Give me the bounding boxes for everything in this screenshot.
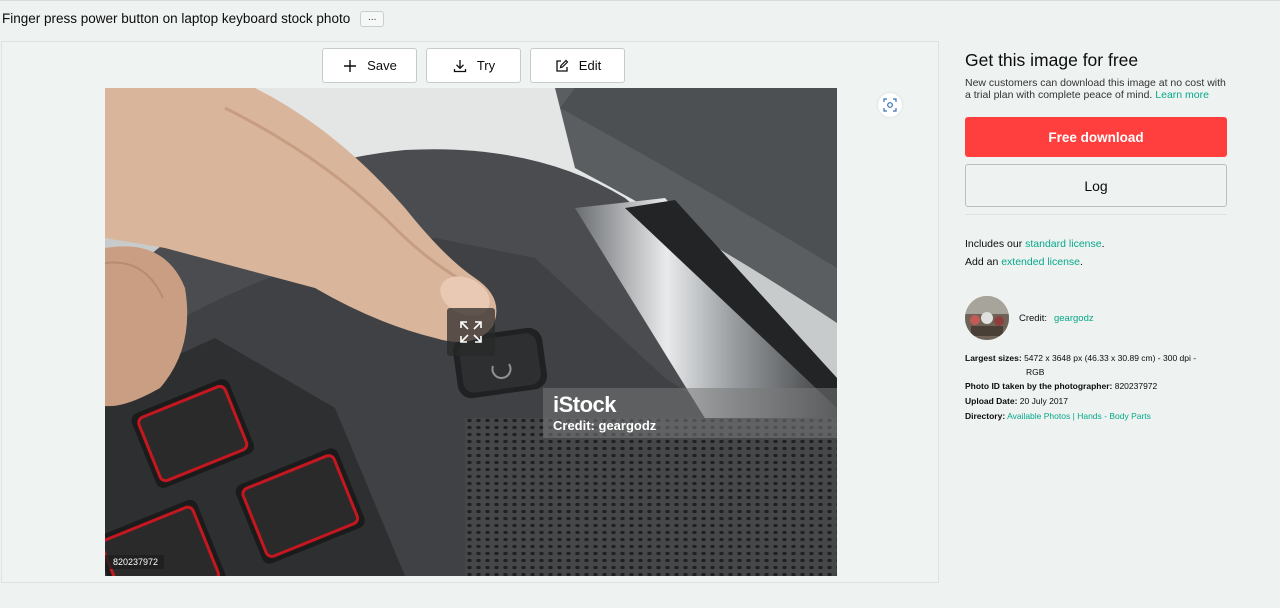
- image-details: Largest sizes: 5472 x 3648 px (46.33 x 3…: [965, 351, 1225, 424]
- largest-sizes-label: Largest sizes:: [965, 353, 1022, 363]
- watermark-credit: Credit: geargodz: [553, 418, 657, 433]
- learn-more-link[interactable]: Learn more: [1155, 89, 1209, 101]
- license-prefix: Includes our: [965, 238, 1023, 250]
- standard-license-link[interactable]: standard license: [1025, 238, 1101, 250]
- upload-date-value: 20 July 2017: [1019, 396, 1068, 406]
- image-panel: Save Try Edit iStock Credit: geargodz 82…: [1, 41, 939, 583]
- edit-icon: [556, 59, 569, 72]
- image-toolbar: Save Try Edit: [322, 48, 625, 83]
- photo-id-label: Photo ID taken by the photographer:: [965, 381, 1113, 391]
- avatar[interactable]: [965, 296, 1009, 340]
- download-sidebar: Get this image for free New customers ca…: [965, 50, 1227, 271]
- credit-name-link[interactable]: geargodz: [1054, 313, 1094, 324]
- log-button[interactable]: Log: [965, 164, 1227, 207]
- divider: [965, 214, 1227, 215]
- extended-suffix: .: [1080, 255, 1083, 268]
- credit-label: Credit:: [1019, 312, 1047, 324]
- license-suffix: .: [1101, 238, 1105, 250]
- largest-sizes-value: 5472 x 3648 px (46.33 x 30.89 cm) - 300 …: [1024, 353, 1197, 363]
- free-download-button[interactable]: Free download: [965, 117, 1227, 157]
- plus-icon: [344, 59, 357, 72]
- extended-license-link[interactable]: extended license: [1001, 256, 1080, 268]
- stock-photo[interactable]: iStock Credit: geargodz 820237972: [105, 88, 837, 576]
- directory-link-available-photos[interactable]: Available Photos: [1007, 411, 1070, 421]
- expand-icon: [460, 321, 482, 343]
- watermark-brand: iStock: [553, 392, 617, 417]
- directory-link-hands[interactable]: Hands - Body Parts: [1077, 411, 1151, 421]
- visual-search-button[interactable]: [878, 93, 902, 117]
- sidebar-heading: Get this image for free: [965, 50, 1139, 70]
- title-bar: Finger press power button on laptop keyb…: [0, 0, 1280, 36]
- largest-sizes-value-2: RGB: [1026, 367, 1045, 377]
- photo-id-value: 820237972: [1114, 381, 1158, 391]
- photo-id-badge: 820237972: [105, 555, 165, 569]
- watermark: iStock Credit: geargodz: [543, 388, 837, 438]
- expand-button[interactable]: [447, 308, 495, 356]
- directory-label: Directory:: [965, 411, 1006, 421]
- download-icon: [453, 59, 466, 72]
- directory-separator: |: [1072, 411, 1075, 421]
- credit-row: Credit: geargodz: [965, 296, 1094, 340]
- upload-date-label: Upload Date:: [965, 396, 1018, 406]
- more-button[interactable]: ...: [360, 10, 385, 27]
- try-label: Try: [476, 58, 496, 73]
- edit-button[interactable]: Edit: [530, 48, 625, 83]
- try-button[interactable]: Try: [426, 48, 521, 83]
- extended-prefix: Add an: [965, 255, 999, 268]
- sidebar-description: New customers can download this image at…: [965, 77, 1227, 101]
- save-label: Save: [367, 58, 397, 73]
- save-button[interactable]: Save: [322, 48, 417, 83]
- edit-label: Edit: [578, 58, 602, 73]
- avatar-image: [965, 296, 1009, 340]
- page-title: Finger press power button on laptop keyb…: [2, 11, 351, 26]
- license-info: Includes our standard license. Add an ex…: [965, 236, 1227, 271]
- visual-search-icon: [883, 98, 897, 112]
